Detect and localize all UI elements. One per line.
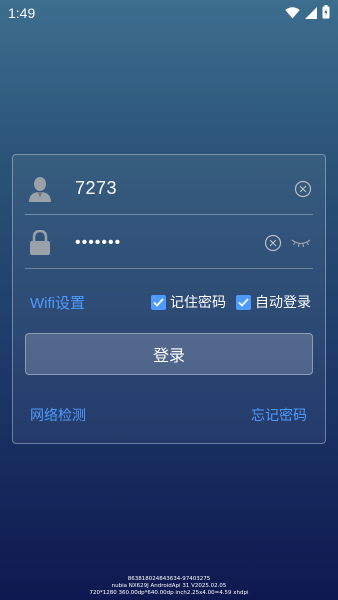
clear-password-icon[interactable] (263, 233, 283, 253)
clear-username-icon[interactable] (293, 179, 313, 199)
battery-icon (322, 4, 330, 23)
device-info-line: nubia NX629J AndroidApi 31 V2025.02.05 (111, 583, 227, 589)
device-info: 863818024843634-97403275 nubia NX629J An… (0, 576, 338, 597)
options-row: Wifi设置 记住密码 自动登录 (30, 290, 311, 314)
wifi-settings-link[interactable]: Wifi设置 (30, 292, 85, 313)
checkbox-checked-icon[interactable] (236, 294, 251, 310)
login-button[interactable]: 登录 (25, 333, 313, 375)
wifi-icon (285, 4, 300, 23)
remember-password-label: 记住密码 (170, 295, 226, 311)
user-icon (27, 174, 53, 204)
username-input[interactable]: 7273 (75, 178, 293, 199)
checkbox-group: 记住密码 自动登录 (151, 292, 311, 312)
device-info-line: 863818024843634-97403275 (127, 576, 211, 582)
username-row: 7273 (25, 163, 313, 215)
lock-icon (27, 228, 53, 258)
device-info-line: 720*1280 360.00dp*640.00dp inch2.25x4.00… (89, 590, 249, 596)
password-input[interactable]: ••••••• (75, 234, 263, 252)
bottom-links: 网络检测 忘记密码 (30, 405, 307, 425)
network-check-link[interactable]: 网络检测 (30, 405, 86, 425)
status-bar: 1:49 (0, 0, 338, 26)
remember-password-checkbox[interactable]: 记住密码 (151, 292, 226, 312)
signal-icon (305, 4, 317, 23)
status-time: 1:49 (8, 5, 36, 21)
auto-login-label: 自动登录 (255, 295, 311, 311)
checkbox-checked-icon[interactable] (151, 294, 166, 310)
eye-closed-icon[interactable] (289, 233, 313, 253)
status-icons (285, 4, 330, 23)
login-card: 7273 ••••••• Wifi设置 记住密码 自动登录 登录 网络检测 忘记… (12, 154, 326, 444)
forgot-password-link[interactable]: 忘记密码 (251, 405, 307, 425)
password-row: ••••••• (25, 217, 313, 269)
auto-login-checkbox[interactable]: 自动登录 (236, 292, 311, 312)
